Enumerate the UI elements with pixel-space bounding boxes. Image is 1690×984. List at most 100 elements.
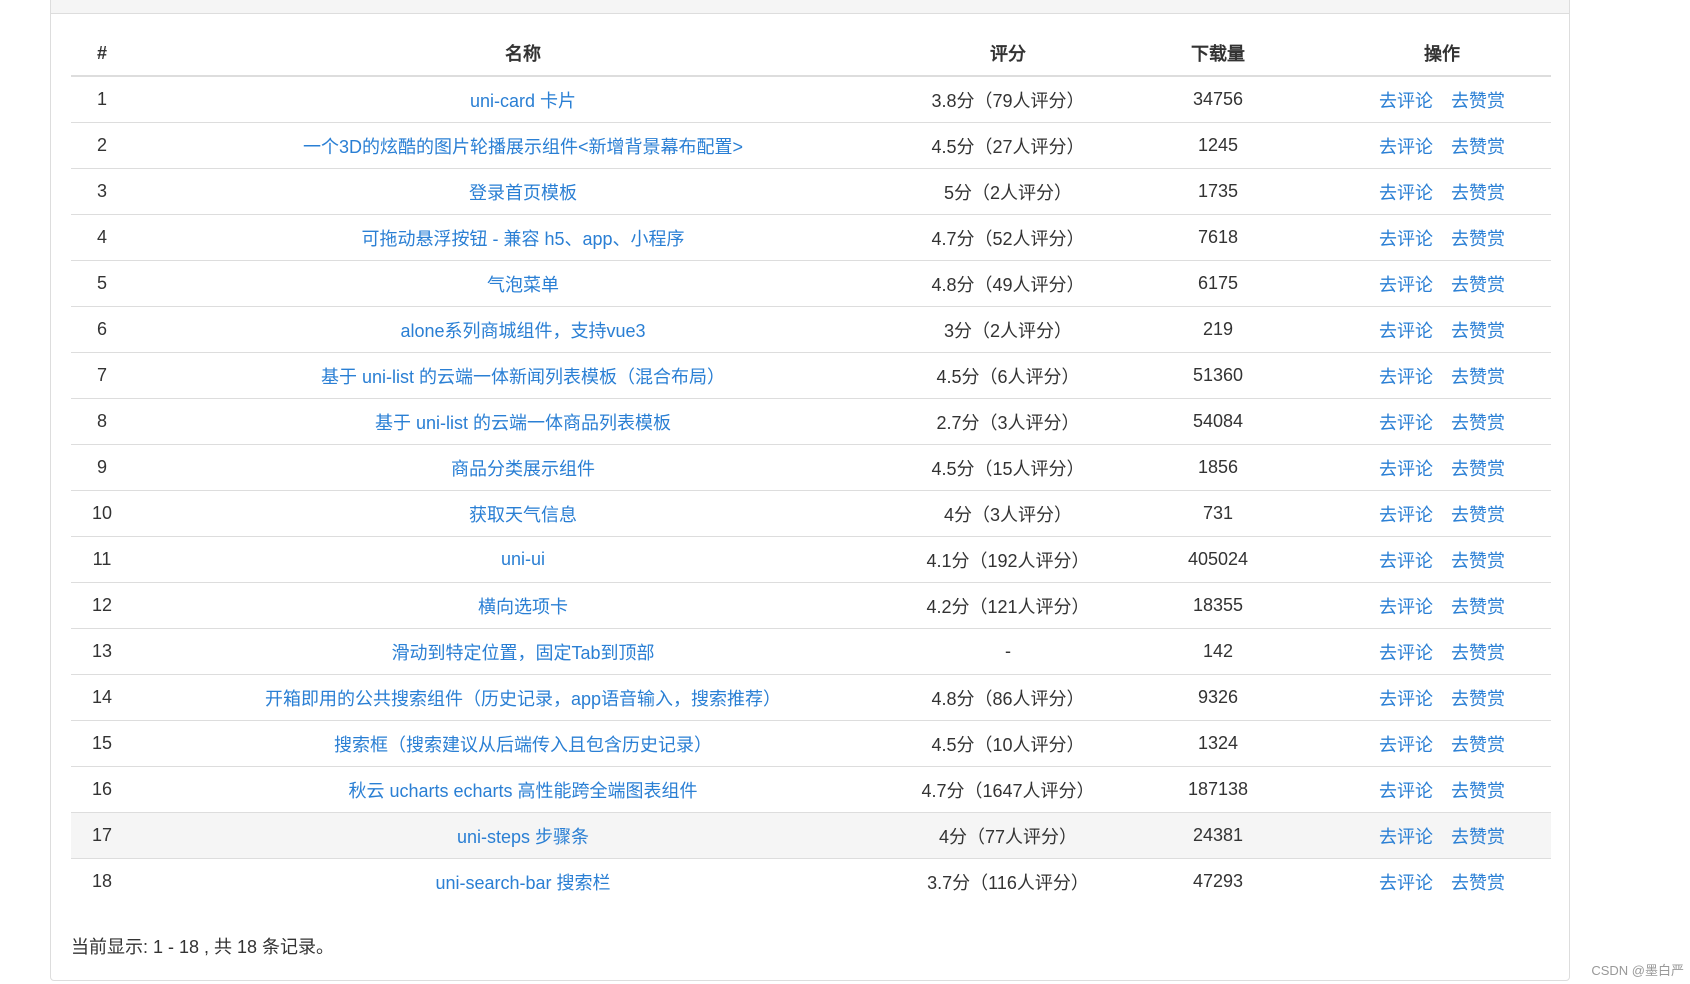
component-name-link[interactable]: 一个3D的炫酷的图片轮播展示组件<新增背景幕布配置>: [303, 137, 743, 157]
reward-link[interactable]: 去赞赏: [1451, 689, 1505, 709]
comment-link[interactable]: 去评论: [1379, 643, 1433, 663]
comment-link[interactable]: 去评论: [1379, 183, 1433, 203]
comment-link[interactable]: 去评论: [1379, 689, 1433, 709]
table-row: 10 获取天气信息 4分（3人评分） 731 去评论 去赞赏: [71, 490, 1551, 537]
reward-link[interactable]: 去赞赏: [1451, 459, 1505, 479]
comment-link[interactable]: 去评论: [1379, 781, 1433, 801]
reward-link[interactable]: 去赞赏: [1451, 275, 1505, 295]
comment-link[interactable]: 去评论: [1379, 275, 1433, 295]
comment-link[interactable]: 去评论: [1379, 321, 1433, 341]
row-index: 8: [71, 398, 133, 445]
row-score: 4.8分（86人评分）: [913, 674, 1103, 721]
row-name-cell: uni-ui: [133, 536, 913, 583]
row-score: 4分（3人评分）: [913, 490, 1103, 537]
component-name-link[interactable]: uni-search-bar 搜索栏: [435, 873, 610, 893]
comment-link[interactable]: 去评论: [1379, 873, 1433, 893]
reward-link[interactable]: 去赞赏: [1451, 137, 1505, 157]
row-name-cell: 一个3D的炫酷的图片轮播展示组件<新增背景幕布配置>: [133, 122, 913, 169]
row-score: 3.8分（79人评分）: [913, 75, 1103, 123]
row-downloads: 7618: [1103, 214, 1333, 261]
row-index: 10: [71, 490, 133, 537]
row-actions: 去评论 去赞赏: [1333, 628, 1551, 675]
row-score: 4.2分（121人评分）: [913, 582, 1103, 629]
reward-link[interactable]: 去赞赏: [1451, 643, 1505, 663]
component-name-link[interactable]: uni-steps 步骤条: [457, 827, 589, 847]
row-index: 6: [71, 306, 133, 353]
comment-link[interactable]: 去评论: [1379, 735, 1433, 755]
reward-link[interactable]: 去赞赏: [1451, 597, 1505, 617]
row-actions: 去评论 去赞赏: [1333, 168, 1551, 215]
component-name-link[interactable]: 基于 uni-list 的云端一体商品列表模板: [375, 413, 671, 433]
reward-link[interactable]: 去赞赏: [1451, 183, 1505, 203]
row-index: 3: [71, 168, 133, 215]
reward-link[interactable]: 去赞赏: [1451, 781, 1505, 801]
row-actions: 去评论 去赞赏: [1333, 306, 1551, 353]
component-name-link[interactable]: 滑动到特定位置，固定Tab到顶部: [391, 643, 654, 663]
row-downloads: 731: [1103, 490, 1333, 537]
row-score: 4.5分（15人评分）: [913, 444, 1103, 491]
row-downloads: 34756: [1103, 75, 1333, 123]
component-name-link[interactable]: 开箱即用的公共搜索组件（历史记录，app语音输入，搜索推荐）: [265, 689, 781, 709]
table-row: 14 开箱即用的公共搜索组件（历史记录，app语音输入，搜索推荐） 4.8分（8…: [71, 674, 1551, 721]
component-name-link[interactable]: 横向选项卡: [478, 597, 568, 617]
component-name-link[interactable]: uni-card 卡片: [470, 91, 576, 111]
row-actions: 去评论 去赞赏: [1333, 398, 1551, 445]
comment-link[interactable]: 去评论: [1379, 91, 1433, 111]
component-name-link[interactable]: 商品分类展示组件: [451, 459, 595, 479]
reward-link[interactable]: 去赞赏: [1451, 873, 1505, 893]
row-index: 7: [71, 352, 133, 399]
comment-link[interactable]: 去评论: [1379, 505, 1433, 525]
component-name-link[interactable]: alone系列商城组件，支持vue3: [400, 321, 645, 341]
comment-link[interactable]: 去评论: [1379, 413, 1433, 433]
reward-link[interactable]: 去赞赏: [1451, 229, 1505, 249]
component-name-link[interactable]: 基于 uni-list 的云端一体新闻列表模板（混合布局）: [321, 367, 725, 387]
reward-link[interactable]: 去赞赏: [1451, 551, 1505, 571]
row-actions: 去评论 去赞赏: [1333, 536, 1551, 583]
comment-link[interactable]: 去评论: [1379, 827, 1433, 847]
header-downloads: 下载量: [1103, 31, 1333, 77]
row-name-cell: alone系列商城组件，支持vue3: [133, 306, 913, 353]
table-row: 18 uni-search-bar 搜索栏 3.7分（116人评分） 47293…: [71, 858, 1551, 904]
table-row: 6 alone系列商城组件，支持vue3 3分（2人评分） 219 去评论 去赞赏: [71, 306, 1551, 353]
row-index: 13: [71, 628, 133, 675]
component-name-link[interactable]: 获取天气信息: [469, 505, 577, 525]
row-score: -: [913, 628, 1103, 675]
comment-link[interactable]: 去评论: [1379, 229, 1433, 249]
table-row: 2 一个3D的炫酷的图片轮播展示组件<新增背景幕布配置> 4.5分（27人评分）…: [71, 122, 1551, 169]
row-name-cell: 气泡菜单: [133, 260, 913, 307]
component-name-link[interactable]: uni-ui: [501, 549, 545, 569]
comment-link[interactable]: 去评论: [1379, 459, 1433, 479]
reward-link[interactable]: 去赞赏: [1451, 321, 1505, 341]
row-downloads: 187138: [1103, 766, 1333, 813]
table-row: 4 可拖动悬浮按钮 - 兼容 h5、app、小程序 4.7分（52人评分） 76…: [71, 214, 1551, 261]
row-index: 11: [71, 536, 133, 583]
row-downloads: 47293: [1103, 858, 1333, 904]
row-index: 15: [71, 720, 133, 767]
row-downloads: 54084: [1103, 398, 1333, 445]
reward-link[interactable]: 去赞赏: [1451, 505, 1505, 525]
table-row: 11 uni-ui 4.1分（192人评分） 405024 去评论 去赞赏: [71, 536, 1551, 583]
row-downloads: 1324: [1103, 720, 1333, 767]
reward-link[interactable]: 去赞赏: [1451, 367, 1505, 387]
comment-link[interactable]: 去评论: [1379, 137, 1433, 157]
comment-link[interactable]: 去评论: [1379, 367, 1433, 387]
component-name-link[interactable]: 气泡菜单: [487, 275, 559, 295]
row-score: 3.7分（116人评分）: [913, 858, 1103, 904]
component-name-link[interactable]: 秋云 ucharts echarts 高性能跨全端图表组件: [348, 781, 697, 801]
row-downloads: 1735: [1103, 168, 1333, 215]
row-index: 4: [71, 214, 133, 261]
reward-link[interactable]: 去赞赏: [1451, 413, 1505, 433]
record-summary: 当前显示: 1 - 18 , 共 18 条记录。: [71, 937, 335, 957]
reward-link[interactable]: 去赞赏: [1451, 735, 1505, 755]
panel-header-strip: [51, 0, 1569, 14]
row-score: 4.5分（27人评分）: [913, 122, 1103, 169]
table-body: 1 uni-card 卡片 3.8分（79人评分） 34756 去评论 去赞赏 2…: [71, 75, 1551, 904]
comment-link[interactable]: 去评论: [1379, 551, 1433, 571]
component-name-link[interactable]: 搜索框（搜索建议从后端传入且包含历史记录）: [334, 735, 712, 755]
component-table: # 名称 评分 下载量 操作 1 uni-card 卡片 3.8分（79人评分）…: [71, 31, 1551, 904]
reward-link[interactable]: 去赞赏: [1451, 91, 1505, 111]
comment-link[interactable]: 去评论: [1379, 597, 1433, 617]
component-name-link[interactable]: 登录首页模板: [469, 183, 577, 203]
component-name-link[interactable]: 可拖动悬浮按钮 - 兼容 h5、app、小程序: [361, 229, 684, 249]
reward-link[interactable]: 去赞赏: [1451, 827, 1505, 847]
